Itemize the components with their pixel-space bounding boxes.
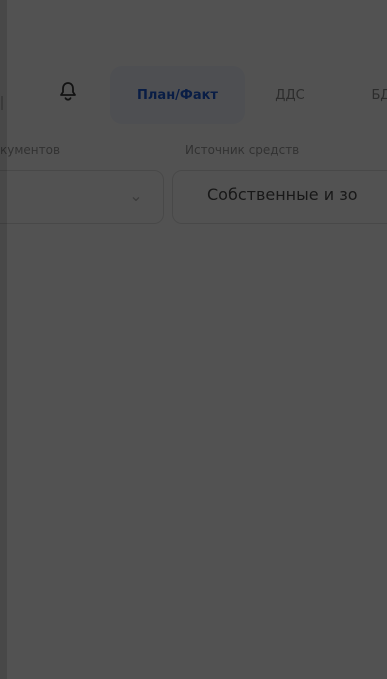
tab-plan-fact-label: План/Факт <box>137 87 218 103</box>
chevron-down-icon[interactable]: ⌄ <box>127 187 145 205</box>
documents-filter-select[interactable]: ⌄ <box>0 170 164 224</box>
funding-source-value: Собственные и зо <box>207 185 358 204</box>
documents-filter-label: кументов <box>0 143 61 157</box>
bell-icon[interactable] <box>56 80 80 104</box>
funding-source-label: Источник средств <box>185 143 300 157</box>
funding-source-select[interactable]: Собственные и зо <box>172 170 387 224</box>
tab-plan-fact[interactable]: План/Факт <box>110 66 245 124</box>
tab-dds-label: ДДС <box>275 87 305 103</box>
tab-bd[interactable]: БД <box>351 66 387 124</box>
app-screen: План/Факт ДДС БД кументов Источник средс… <box>0 0 387 679</box>
top-navigation: План/Факт ДДС БД <box>0 66 387 130</box>
tab-bd-label: БД <box>371 87 387 103</box>
partial-left-control-icon <box>1 96 3 110</box>
tab-dds[interactable]: ДДС <box>260 66 320 124</box>
